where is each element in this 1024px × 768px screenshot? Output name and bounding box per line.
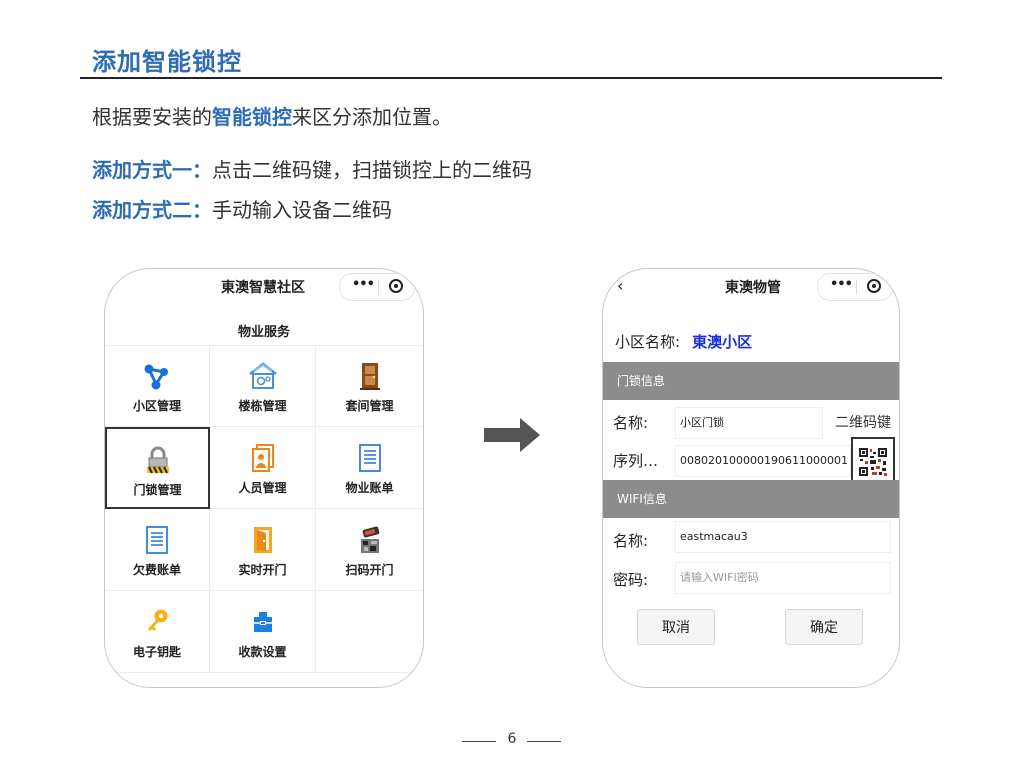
menu-label: 收款设置 xyxy=(238,645,287,659)
footer-line-left xyxy=(462,741,496,742)
capsule-separator xyxy=(378,280,379,294)
back-chevron-icon[interactable]: ‹ xyxy=(617,276,623,295)
method-two: 添加方式二：手动输入设备二维码 xyxy=(92,194,392,223)
wifi-name-label: 名称: xyxy=(613,532,649,550)
network-icon xyxy=(140,361,174,391)
right-arrow-icon xyxy=(484,418,540,452)
method-one-text: 点击二维码键，扫描锁控上的二维码 xyxy=(212,158,532,182)
padlock-icon xyxy=(141,445,175,475)
open-door-icon xyxy=(246,525,280,555)
wifi-name-input[interactable]: eastmacau3 xyxy=(675,521,891,553)
menu-item-suite[interactable]: 套间管理 xyxy=(316,345,423,427)
right-app-title: 東澳物管 xyxy=(725,280,781,296)
menu-label: 楼栋管理 xyxy=(238,399,287,413)
wifi-pwd-input[interactable]: 请输入WIFI密码 xyxy=(675,562,891,594)
title-divider xyxy=(80,77,942,79)
community-row: 小区名称: 東澳小区 xyxy=(615,331,752,352)
document-title: 添加智能锁控 xyxy=(92,48,242,76)
intro-pre: 根据要安装的 xyxy=(92,105,212,129)
qr-code-icon xyxy=(858,447,888,477)
method-one: 添加方式一：点击二维码键，扫描锁控上的二维码 xyxy=(92,154,532,183)
menu-item-payment-settings[interactable]: 收款设置 xyxy=(210,591,316,673)
menu-item-building[interactable]: 楼栋管理 xyxy=(210,345,316,427)
method-one-label: 添加方式一： xyxy=(92,158,212,182)
left-phone-screen: 東澳智慧社区 ••• 物业服务 小区管理 楼栋管理 套间管理 门锁管理 人员管理… xyxy=(104,268,424,688)
menu-grid: 小区管理 楼栋管理 套间管理 门锁管理 人员管理 物业账单 欠费账单 实时开门 … xyxy=(105,345,423,673)
capsule-separator xyxy=(856,280,857,294)
intro-highlight: 智能锁控 xyxy=(212,105,292,129)
arrears-list-icon xyxy=(140,525,174,555)
menu-label: 门锁管理 xyxy=(133,483,182,497)
menu-label: 人员管理 xyxy=(238,481,287,495)
close-target-icon[interactable] xyxy=(867,279,881,293)
payment-settings-icon xyxy=(246,607,280,637)
menu-label: 套间管理 xyxy=(345,399,394,413)
serial-input[interactable]: 008020100000190611000001 xyxy=(675,445,851,477)
right-capsule: ••• xyxy=(817,273,893,301)
page-footer: 6 xyxy=(0,731,1024,751)
left-capsule: ••• xyxy=(339,273,415,301)
close-target-icon[interactable] xyxy=(389,279,403,293)
menu-item-scan-open[interactable]: 扫码开门 xyxy=(316,509,423,591)
lock-name-label: 名称: xyxy=(613,414,649,432)
menu-item-community[interactable]: 小区管理 xyxy=(105,345,210,427)
menu-item-property-bill[interactable]: 物业账单 xyxy=(316,427,423,509)
wifi-pwd-label: 密码: xyxy=(613,571,649,589)
intro-post: 来区分添加位置。 xyxy=(292,105,452,129)
qr-key-label[interactable]: 二维码键 xyxy=(835,412,891,432)
building-gear-icon xyxy=(246,361,280,391)
menu-label: 扫码开门 xyxy=(345,563,394,577)
confirm-button[interactable]: 确定 xyxy=(785,609,863,645)
menu-item-realtime-open[interactable]: 实时开门 xyxy=(210,509,316,591)
lock-name-input[interactable]: 小区门锁 xyxy=(675,407,823,439)
menu-item-door-lock[interactable]: 门锁管理 xyxy=(105,427,210,509)
key-icon xyxy=(140,607,174,637)
page-number: 6 xyxy=(507,731,517,747)
more-icon[interactable]: ••• xyxy=(830,277,853,292)
people-card-icon xyxy=(246,443,280,473)
menu-item-e-key[interactable]: 电子钥匙 xyxy=(105,591,210,673)
menu-label: 电子钥匙 xyxy=(132,645,181,659)
menu-label: 实时开门 xyxy=(238,563,287,577)
serial-label: 序列… xyxy=(613,452,659,470)
method-two-label: 添加方式二： xyxy=(92,198,212,222)
menu-item-empty xyxy=(316,591,423,673)
cancel-button[interactable]: 取消 xyxy=(637,609,715,645)
right-topbar: ‹ 東澳物管 ••• xyxy=(603,269,899,303)
menu-label: 物业账单 xyxy=(345,481,394,495)
more-icon[interactable]: ••• xyxy=(352,277,375,292)
community-value: 東澳小区 xyxy=(692,333,753,351)
phone-scan-icon xyxy=(353,525,387,555)
menu-label: 欠费账单 xyxy=(132,563,181,577)
bill-list-icon xyxy=(353,443,387,473)
menu-label: 小区管理 xyxy=(132,399,181,413)
left-topbar: 東澳智慧社区 ••• xyxy=(105,269,423,303)
menu-item-personnel[interactable]: 人员管理 xyxy=(210,427,316,509)
lock-info-band: 门锁信息 xyxy=(603,362,899,400)
method-two-text: 手动输入设备二维码 xyxy=(212,198,392,222)
intro-text: 根据要安装的智能锁控来区分添加位置。 xyxy=(92,101,452,130)
footer-line-right xyxy=(527,741,561,742)
menu-item-arrears[interactable]: 欠费账单 xyxy=(105,509,210,591)
section-title: 物业服务 xyxy=(237,325,290,340)
right-phone-screen: ‹ 東澳物管 ••• 小区名称: 東澳小区 门锁信息 名称: 小区门锁 二维码键 … xyxy=(602,268,900,688)
wifi-info-band: WIFI信息 xyxy=(603,480,899,518)
community-label: 小区名称: xyxy=(615,333,681,351)
left-app-title: 東澳智慧社区 xyxy=(221,280,305,296)
door-icon xyxy=(353,361,387,391)
